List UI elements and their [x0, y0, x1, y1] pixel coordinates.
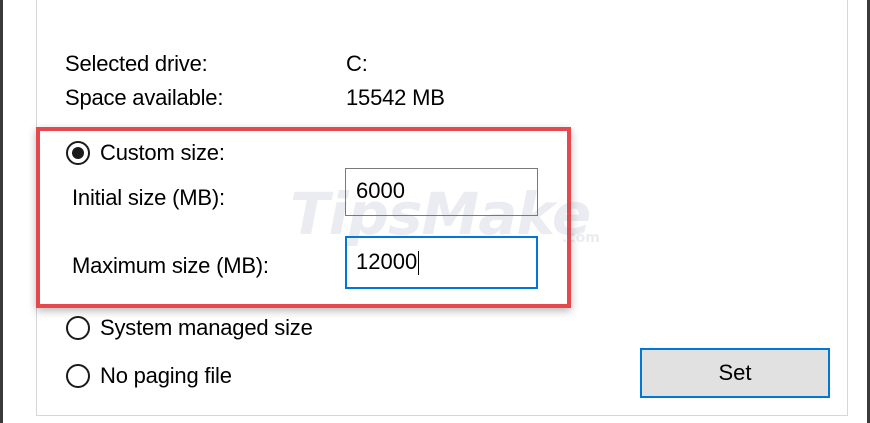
no-paging-file-label[interactable]: No paging file [100, 362, 232, 390]
system-managed-radio[interactable] [66, 316, 90, 340]
maximum-size-value: 12000 [356, 249, 418, 274]
space-available-label: Space available: [65, 85, 224, 110]
radio-selected-dot [72, 147, 84, 159]
maximum-size-input[interactable]: 12000 [345, 236, 538, 289]
system-managed-label[interactable]: System managed size [100, 314, 313, 342]
no-paging-file-radio[interactable] [66, 364, 90, 388]
custom-size-label[interactable]: Custom size: [100, 139, 225, 167]
set-button[interactable]: Set [640, 348, 830, 398]
dialog-frame-left [0, 0, 3, 423]
maximum-size-label: Maximum size (MB): [72, 253, 269, 278]
space-available-value: 15542 MB [346, 85, 445, 110]
custom-size-radio[interactable] [66, 141, 90, 165]
initial-size-label: Initial size (MB): [72, 185, 225, 210]
initial-size-input[interactable]: 6000 [345, 168, 538, 216]
selected-drive-value: C: [346, 51, 368, 76]
virtual-memory-dialog: Selected drive: C: Space available: 1554… [0, 0, 870, 423]
selected-drive-label: Selected drive: [65, 51, 208, 76]
text-caret [418, 251, 420, 276]
initial-size-value: 6000 [356, 178, 405, 203]
